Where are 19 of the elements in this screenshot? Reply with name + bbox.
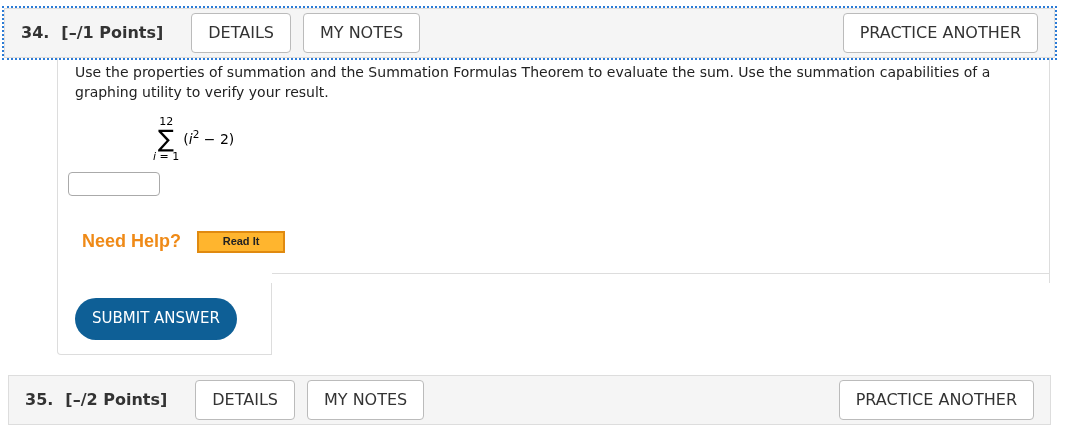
summand: (i$^{2}$ − 2)	[183, 128, 235, 149]
sigma-symbol: ∑	[158, 127, 175, 151]
practice-another-button[interactable]: PRACTICE ANOTHER	[838, 380, 1034, 420]
need-help-label: Need Help?	[82, 230, 182, 253]
submit-answer-button[interactable]: SUBMIT ANSWER	[75, 297, 237, 340]
lower-limit: i = 1	[153, 151, 180, 162]
practice-another-button[interactable]: PRACTICE ANOTHER	[842, 13, 1038, 53]
header-button[interactable]: MY NOTES	[303, 13, 421, 53]
points-label: [–/2 Points]	[65, 389, 168, 411]
answer-field[interactable]	[68, 172, 160, 196]
question-prompt: Use the properties of summation and the Summation Formulas Theorem to evaluate the sum. Use the summation capabilities of a graphing utility to verify your result.	[75, 63, 992, 102]
header-button[interactable]: MY NOTES	[307, 380, 425, 420]
header-button[interactable]: DETAILS	[191, 13, 291, 53]
points-label: [–/1 Points]	[61, 22, 164, 44]
read-it-button[interactable]: Read It	[197, 230, 286, 253]
question-number: 35.	[25, 389, 54, 411]
question-number: 34.	[21, 22, 50, 44]
upper-limit: 12	[159, 116, 174, 127]
header-button[interactable]: DETAILS	[195, 380, 295, 420]
